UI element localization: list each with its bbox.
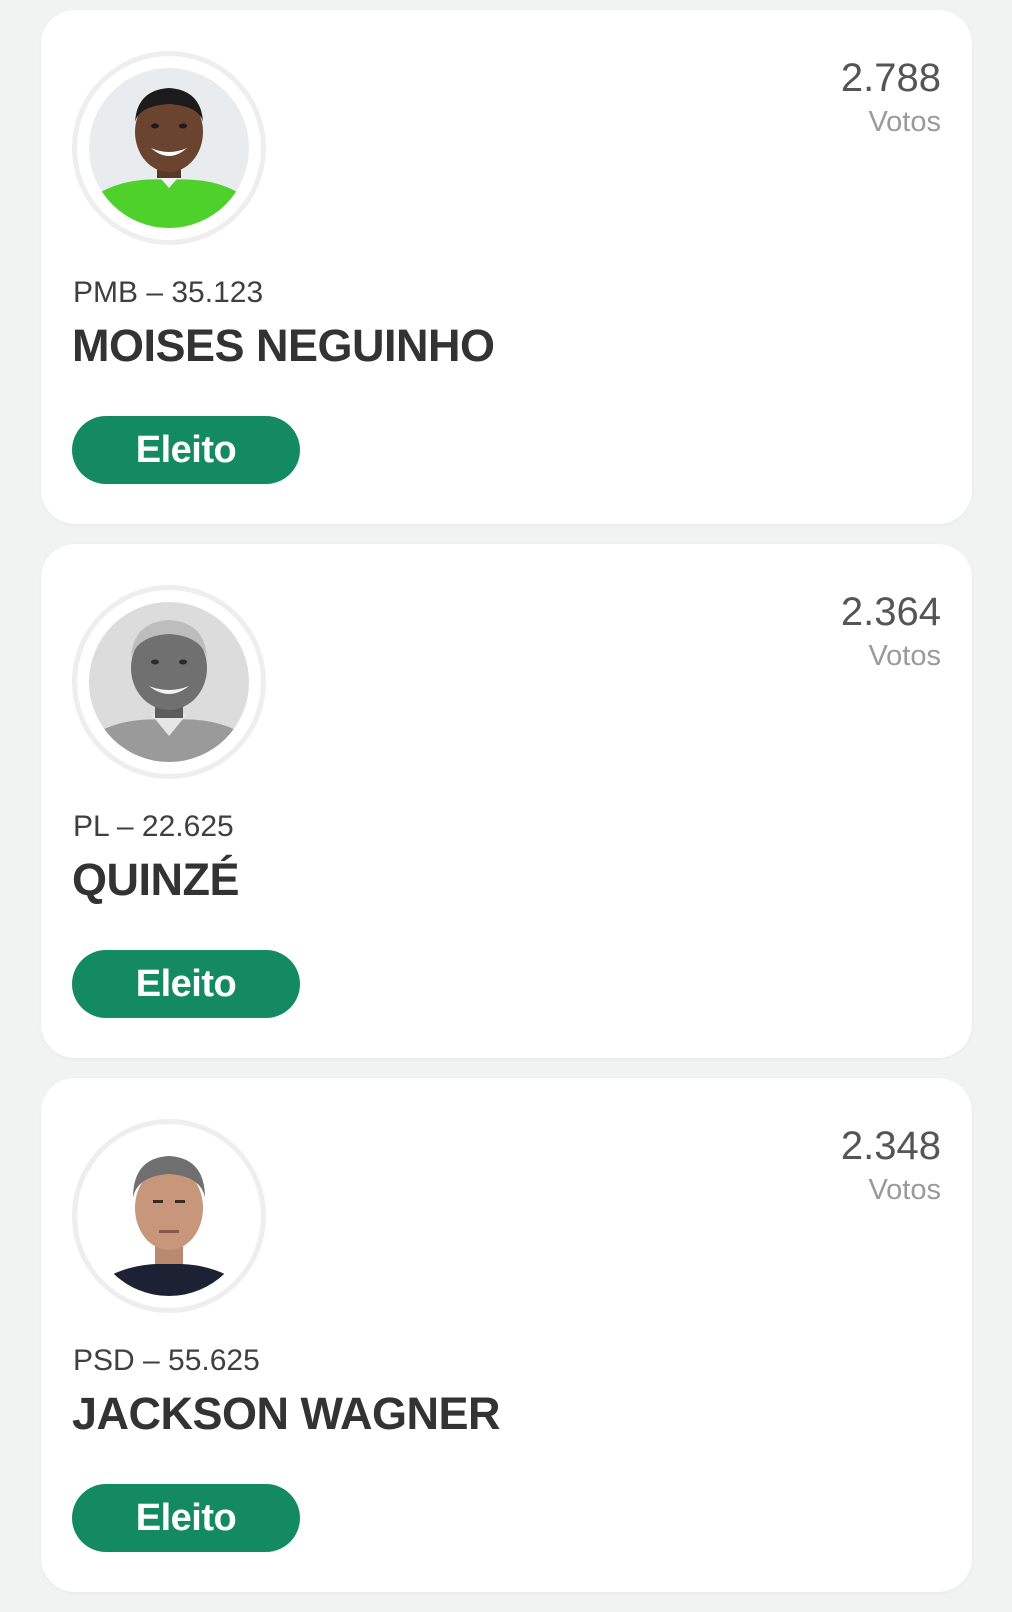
candidate-photo — [89, 1136, 249, 1296]
vote-tally: 2.364 Votos — [841, 588, 941, 674]
avatar — [72, 1119, 266, 1313]
candidate-photo — [89, 68, 249, 228]
vote-label: Votos — [868, 106, 941, 138]
vote-label: Votos — [868, 1174, 941, 1206]
avatar — [72, 51, 266, 245]
candidate-card[interactable]: 2.364 Votos PL – 22.625 QUINZÉ Eleito — [41, 544, 972, 1058]
elected-badge: Eleito — [72, 1484, 300, 1552]
elected-badge: Eleito — [72, 416, 300, 484]
candidate-name: MOISES NEGUINHO — [72, 320, 495, 371]
candidate-name: QUINZÉ — [72, 854, 240, 905]
vote-count: 2.348 — [840, 1124, 941, 1168]
party-number: PSD – 55.625 — [73, 1344, 260, 1377]
vote-label: Votos — [868, 640, 941, 672]
candidate-photo — [89, 602, 249, 762]
candidate-list: 2.788 Votos PMB – 35.123 MOISES NEGUINHO… — [41, 10, 972, 1612]
avatar — [72, 585, 266, 779]
candidate-name: JACKSON WAGNER — [72, 1388, 501, 1439]
elected-badge: Eleito — [72, 950, 300, 1018]
party-number: PL – 22.625 — [73, 810, 234, 843]
vote-tally: 2.788 Votos — [841, 54, 941, 140]
vote-count: 2.788 — [840, 56, 941, 100]
candidate-card[interactable]: 2.788 Votos PMB – 35.123 MOISES NEGUINHO… — [41, 10, 972, 524]
vote-tally: 2.348 Votos — [841, 1122, 941, 1208]
party-number: PMB – 35.123 — [73, 276, 264, 309]
candidate-card[interactable]: 2.348 Votos PSD – 55.625 JACKSON WAGNER … — [41, 1078, 972, 1592]
vote-count: 2.364 — [840, 590, 941, 634]
